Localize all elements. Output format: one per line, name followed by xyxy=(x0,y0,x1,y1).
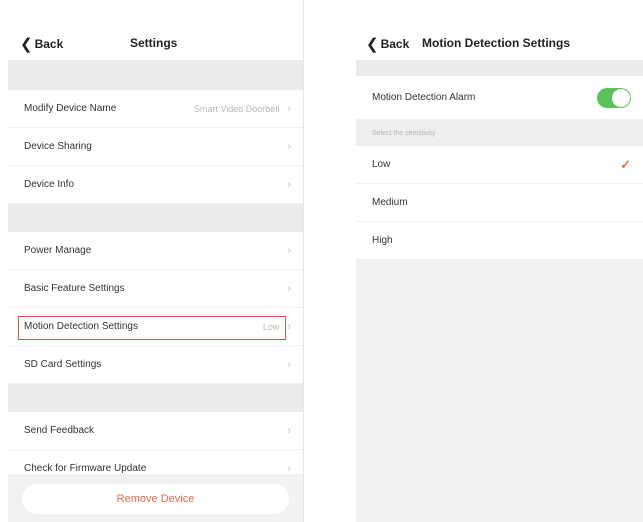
row-power-manage[interactable]: Power Manage › xyxy=(8,232,303,270)
section-gap xyxy=(8,384,303,412)
option-label: Medium xyxy=(372,197,408,208)
row-label: Modify Device Name xyxy=(24,103,117,114)
back-button[interactable]: ❮ Back xyxy=(366,36,409,52)
chevron-right-icon: › xyxy=(287,178,291,191)
alarm-toggle[interactable] xyxy=(597,87,631,108)
section-gap xyxy=(8,60,303,90)
row-label: Motion Detection Alarm xyxy=(372,92,476,103)
row-label: Check for Firmware Update xyxy=(24,463,147,474)
row-value: Smart Video Doorbell xyxy=(193,103,280,114)
back-label: Back xyxy=(34,37,64,51)
chevron-right-icon: › xyxy=(287,320,291,333)
row-label: Device Info xyxy=(24,179,75,190)
option-label: High xyxy=(372,235,393,246)
row-label: Power Manage xyxy=(24,245,92,256)
page-title: Motion Detection Settings xyxy=(422,36,570,50)
row-device-info[interactable]: Device Info › xyxy=(8,166,303,204)
row-send-feedback[interactable]: Send Feedback › xyxy=(8,412,303,450)
motion-detection-screen: ❮ Back Motion Detection Settings Motion … xyxy=(356,0,643,522)
chevron-right-icon: › xyxy=(287,424,291,437)
chevron-right-icon: › xyxy=(287,462,291,475)
toggle-knob xyxy=(612,88,630,107)
settings-screen: ❮ Back Settings Modify Device Name Smart… xyxy=(8,0,303,522)
chevron-right-icon: › xyxy=(287,140,291,153)
chevron-right-icon: › xyxy=(287,102,291,115)
row-value: Low xyxy=(262,321,280,332)
panel-divider xyxy=(303,0,304,522)
row-sd-card-settings[interactable]: SD Card Settings › xyxy=(8,346,303,384)
row-label: Basic Feature Settings xyxy=(24,283,125,294)
settings-nav-bar: ❮ Back Settings xyxy=(8,0,303,60)
row-label: Motion Detection Settings xyxy=(24,321,138,332)
row-label: SD Card Settings xyxy=(24,359,102,370)
row-motion-detection-settings[interactable]: Motion Detection Settings Low › xyxy=(8,308,303,346)
option-high[interactable]: High xyxy=(356,222,643,260)
sensitivity-hint: Select the sensitivity xyxy=(356,120,643,146)
chevron-right-icon: › xyxy=(287,244,291,257)
back-button[interactable]: ❮ Back xyxy=(20,36,63,52)
checkmark-icon: ✓ xyxy=(620,156,631,172)
remove-device-button[interactable]: Remove Device xyxy=(22,484,289,514)
chevron-left-icon: ❮ xyxy=(20,35,33,53)
section-gap xyxy=(356,60,643,76)
chevron-left-icon: ❮ xyxy=(366,35,379,53)
row-modify-device-name[interactable]: Modify Device Name Smart Video Doorbell … xyxy=(8,90,303,128)
remove-device-area: Remove Device xyxy=(8,474,303,522)
chevron-right-icon: › xyxy=(287,282,291,295)
option-medium[interactable]: Medium xyxy=(356,184,643,222)
row-motion-detection-alarm: Motion Detection Alarm xyxy=(356,76,643,120)
page-title: Settings xyxy=(130,36,178,50)
row-label: Device Sharing xyxy=(24,141,92,152)
option-label: Low xyxy=(372,159,391,170)
option-low[interactable]: Low ✓ xyxy=(356,146,643,184)
section-gap xyxy=(8,204,303,232)
row-basic-feature-settings[interactable]: Basic Feature Settings › xyxy=(8,270,303,308)
back-label: Back xyxy=(380,37,410,51)
motion-nav-bar: ❮ Back Motion Detection Settings xyxy=(356,0,643,60)
row-label: Send Feedback xyxy=(24,425,95,436)
chevron-right-icon: › xyxy=(287,358,291,371)
row-device-sharing[interactable]: Device Sharing › xyxy=(8,128,303,166)
